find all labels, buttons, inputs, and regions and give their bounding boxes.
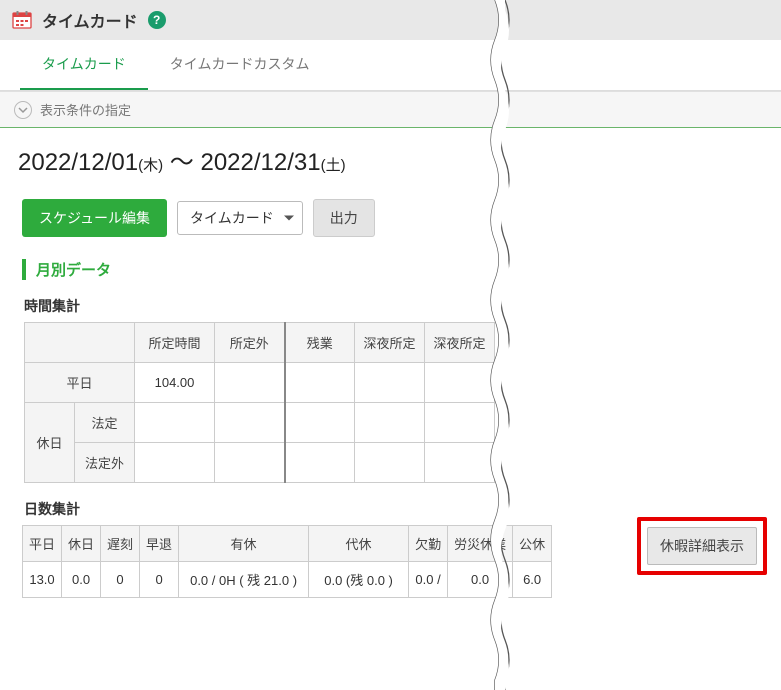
cell-nonlegal-shinya — [355, 443, 425, 483]
chevron-down-icon — [14, 101, 32, 119]
time-summary-table: 所定時間 所定外 残業 深夜所定 深夜所定 平日 104.00 休日 法定 法定… — [24, 322, 495, 483]
highlight-annotation: 休暇詳細表示 — [637, 517, 767, 575]
cell-nonlegal-shoteigai — [215, 443, 285, 483]
page-header: タイムカード ? — [0, 0, 781, 40]
row-legal: 法定 — [75, 403, 135, 443]
tabs: タイムカード タイムカードカスタム — [0, 40, 781, 91]
tab-timecard-custom[interactable]: タイムカードカスタム — [148, 40, 332, 90]
date-end-weekday: (土) — [321, 157, 346, 174]
display-conditions-label: 表示条件の指定 — [40, 100, 131, 119]
dval-koukyu: 6.0 — [513, 562, 552, 598]
cell-legal-shoteigai — [215, 403, 285, 443]
cell-legal-shinya — [355, 403, 425, 443]
cell-nonlegal-shinya2 — [425, 443, 495, 483]
view-select[interactable]: タイムカード — [177, 201, 303, 235]
th-shinya-shotei2: 深夜所定 — [425, 323, 495, 363]
date-end: 2022/12/31 — [200, 149, 320, 176]
cell-weekday-shinya2 — [425, 363, 495, 403]
day-summary-wrapper: 平日 休日 遅刻 早退 有休 代休 欠勤 労災休業 公休 13.0 0.0 0 … — [22, 525, 759, 598]
dcol-koukyu: 公休 — [513, 526, 552, 562]
cell-nonlegal-shotei — [135, 443, 215, 483]
row-holiday: 休日 — [25, 403, 75, 483]
vacation-detail-button[interactable]: 休暇詳細表示 — [647, 527, 757, 565]
page-title: タイムカード — [42, 8, 138, 32]
dcol-kyujitsu: 休日 — [62, 526, 101, 562]
date-range: 2022/12/01(木) ～ 2022/12/31(土) — [0, 128, 781, 191]
caret-down-icon — [284, 216, 294, 221]
dval-kekkin: 0.0 / — [409, 562, 448, 598]
dval-daikyu: 0.0 (残 0.0 ) — [309, 562, 409, 598]
tab-timecard[interactable]: タイムカード — [20, 40, 148, 90]
date-separator: ～ — [170, 149, 194, 176]
cell-legal-shinya2 — [425, 403, 495, 443]
calendar-icon — [12, 10, 32, 30]
cell-legal-shotei — [135, 403, 215, 443]
dcol-yukyu: 有休 — [179, 526, 309, 562]
dcol-chikoku: 遅刻 — [101, 526, 140, 562]
day-summary-table: 平日 休日 遅刻 早退 有休 代休 欠勤 労災休業 公休 13.0 0.0 0 … — [22, 525, 552, 598]
dval-soutai: 0 — [140, 562, 179, 598]
th-blank — [25, 323, 135, 363]
dcol-rousai: 労災休業 — [448, 526, 513, 562]
controls-row: スケジュール編集 タイムカード 出力 — [0, 191, 781, 251]
dval-heijitsu: 13.0 — [23, 562, 62, 598]
display-conditions-bar[interactable]: 表示条件の指定 — [0, 91, 781, 128]
th-zangyo: 残業 — [285, 323, 355, 363]
dcol-heijitsu: 平日 — [23, 526, 62, 562]
th-shinya-shotei: 深夜所定 — [355, 323, 425, 363]
view-select-value: タイムカード — [190, 208, 274, 228]
th-shoteigai: 所定外 — [215, 323, 285, 363]
time-summary-title: 時間集計 — [24, 296, 757, 316]
dval-chikoku: 0 — [101, 562, 140, 598]
section-monthly-data: 月別データ — [22, 259, 759, 280]
cell-nonlegal-zangyo — [285, 443, 355, 483]
dcol-soutai: 早退 — [140, 526, 179, 562]
cell-weekday-shoteigai — [215, 363, 285, 403]
dcol-kekkin: 欠勤 — [409, 526, 448, 562]
date-start: 2022/12/01 — [18, 149, 138, 176]
row-weekday: 平日 — [25, 363, 135, 403]
schedule-edit-button[interactable]: スケジュール編集 — [22, 199, 167, 237]
cell-legal-zangyo — [285, 403, 355, 443]
dcol-daikyu: 代休 — [309, 526, 409, 562]
cell-weekday-shotei: 104.00 — [135, 363, 215, 403]
dval-yukyu: 0.0 / 0H ( 残 21.0 ) — [179, 562, 309, 598]
row-nonlegal: 法定外 — [75, 443, 135, 483]
help-icon[interactable]: ? — [148, 11, 166, 29]
output-button[interactable]: 出力 — [313, 199, 375, 237]
dval-kyujitsu: 0.0 — [62, 562, 101, 598]
dval-rousai: 0.0 — [448, 562, 513, 598]
th-shotei-jikan: 所定時間 — [135, 323, 215, 363]
date-start-weekday: (木) — [138, 157, 163, 174]
cell-weekday-shinya — [355, 363, 425, 403]
day-summary-title: 日数集計 — [24, 499, 757, 519]
cell-weekday-zangyo — [285, 363, 355, 403]
